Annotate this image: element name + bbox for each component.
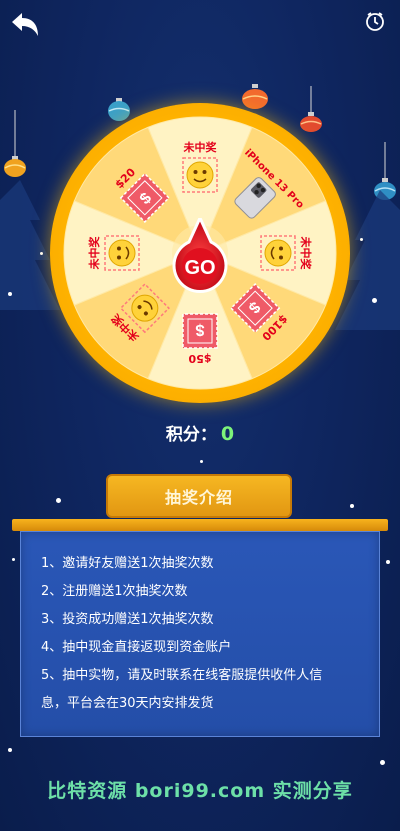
snowflake (56, 498, 61, 503)
snowflake (8, 748, 12, 752)
snowflake (8, 292, 12, 296)
back-button[interactable] (8, 8, 42, 42)
rule-item: 3、投资成功赠送1次抽奖次数 (41, 612, 214, 627)
clock-history-icon (366, 12, 384, 31)
footer-watermark: 比特资源 bori99.com 实测分享 (47, 780, 353, 802)
snowflake (350, 504, 354, 508)
go-button[interactable]: GO (171, 218, 229, 298)
dollar-coupon-icon: $ (182, 313, 218, 349)
score-display: 积分： 0 (0, 420, 400, 445)
snowflake (40, 252, 43, 255)
go-label: GO (184, 257, 215, 279)
intro-tab-label: 抽奖介绍 (164, 488, 233, 507)
snowflake (380, 760, 385, 765)
rule-item: 4、抽中现金直接返现到资金账户 (41, 640, 232, 655)
ornament-left (4, 110, 26, 177)
wheel-segment-label: 未中奖 (183, 140, 218, 154)
rule-item: 息，平台会在30天内安排发货 (41, 696, 214, 711)
snowflake (200, 460, 203, 463)
rule-item: 1、邀请好友赠送1次抽奖次数 (41, 556, 214, 571)
rules-list: 1、邀请好友赠送1次抽奖次数 2、注册赠送1次抽奖次数 3、投资成功赠送1次抽奖… (21, 532, 379, 718)
svg-text:$: $ (195, 321, 204, 338)
rule-item: 2、注册赠送1次抽奖次数 (41, 584, 188, 599)
snowflake (386, 560, 390, 564)
back-arrow-icon (12, 13, 38, 36)
snowflake (372, 298, 377, 303)
wheel-segment-label: 未中奖 (299, 236, 313, 271)
snowflake (12, 558, 15, 561)
rule-item: 5、抽中实物，请及时联系在线客服提供收件人信 (41, 668, 323, 683)
wheel-segment-label: 未中奖 (87, 236, 101, 271)
wheel-segment-label: $50 (188, 352, 211, 365)
snowflake (360, 238, 363, 241)
intro-divider-bar (12, 519, 388, 531)
rules-panel: 1、邀请好友赠送1次抽奖次数 2、注册赠送1次抽奖次数 3、投资成功赠送1次抽奖… (20, 531, 380, 737)
intro-tab[interactable]: 抽奖介绍 (106, 474, 292, 518)
score-label: 积分： (165, 425, 217, 445)
history-button[interactable] (364, 10, 386, 32)
score-value: 0 (220, 423, 235, 445)
